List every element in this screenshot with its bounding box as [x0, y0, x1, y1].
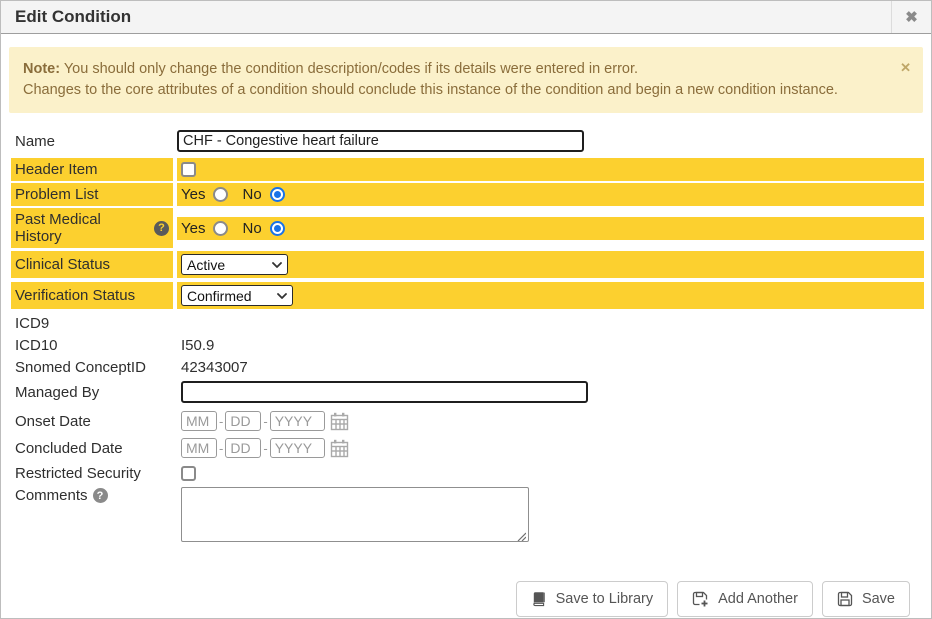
- problem-list-row: Problem List Yes No: [11, 183, 924, 206]
- past-medical-history-row: Past Medical History ? Yes No: [11, 208, 924, 248]
- add-another-label: Add Another: [718, 591, 798, 607]
- add-another-button[interactable]: Add Another: [677, 581, 813, 617]
- help-icon[interactable]: ?: [154, 221, 169, 236]
- name-input[interactable]: [177, 130, 584, 152]
- dialog-header: Edit Condition ✖: [1, 1, 931, 34]
- verification-status-label: Verification Status: [11, 282, 173, 309]
- pmh-yes-radio[interactable]: [213, 221, 228, 236]
- name-label: Name: [11, 133, 173, 150]
- header-item-label: Header Item: [11, 158, 173, 181]
- comments-row: Comments ?: [11, 485, 924, 549]
- concluded-date-label: Concluded Date: [11, 438, 173, 459]
- icd9-value: [177, 313, 924, 334]
- managed-by-label: Managed By: [11, 382, 173, 403]
- clinical-status-label: Clinical Status: [11, 251, 173, 278]
- snomed-label: Snomed ConceptID: [11, 357, 173, 378]
- save-plus-icon: [692, 591, 709, 608]
- date-separator: -: [263, 441, 267, 456]
- onset-date-row: Onset Date - -: [11, 409, 924, 433]
- dialog-title: Edit Condition: [15, 7, 891, 27]
- note-line2: Changes to the core attributes of a cond…: [23, 80, 893, 101]
- date-separator: -: [219, 414, 223, 429]
- managed-by-row: Managed By: [11, 379, 924, 405]
- edit-condition-dialog: Edit Condition ✖ Note: You should only c…: [0, 0, 932, 619]
- concluded-date-row: Concluded Date - -: [11, 436, 924, 460]
- pmh-no-label: No: [242, 220, 261, 237]
- name-row: Name: [11, 130, 924, 152]
- problem-list-yes-radio[interactable]: [213, 187, 228, 202]
- icd10-value: I50.9: [177, 335, 924, 356]
- verification-status-select[interactable]: Confirmed: [181, 285, 293, 306]
- concluded-mm-input[interactable]: [181, 438, 217, 458]
- save-button[interactable]: Save: [822, 581, 910, 617]
- problem-list-label: Problem List: [11, 183, 173, 206]
- save-to-library-label: Save to Library: [556, 591, 654, 607]
- header-item-checkbox[interactable]: [181, 162, 196, 177]
- save-label: Save: [862, 591, 895, 607]
- save-to-library-button[interactable]: Save to Library: [516, 581, 669, 617]
- edit-condition-form: Name Header Item Problem List Yes No Pas…: [11, 130, 924, 617]
- problem-list-yes-label: Yes: [181, 186, 205, 203]
- close-icon[interactable]: ✖: [891, 1, 931, 33]
- managed-by-input[interactable]: [181, 381, 588, 403]
- help-icon[interactable]: ?: [93, 488, 108, 503]
- onset-mm-input[interactable]: [181, 411, 217, 431]
- icd10-row: ICD10 I50.9: [11, 335, 924, 356]
- date-separator: -: [219, 441, 223, 456]
- book-icon: [531, 591, 547, 607]
- clinical-status-row: Clinical Status Active: [11, 251, 924, 278]
- pmh-yes-label: Yes: [181, 220, 205, 237]
- comments-label: Comments: [15, 487, 88, 504]
- date-separator: -: [263, 414, 267, 429]
- onset-date-label: Onset Date: [11, 411, 173, 432]
- calendar-icon[interactable]: [330, 412, 349, 431]
- calendar-icon[interactable]: [330, 439, 349, 458]
- restricted-security-label: Restricted Security: [11, 463, 173, 484]
- snomed-value: 42343007: [177, 357, 924, 378]
- save-icon: [837, 591, 853, 607]
- pmh-no-radio[interactable]: [270, 221, 285, 236]
- comments-textarea[interactable]: [181, 487, 529, 542]
- note-line1-text: You should only change the condition des…: [64, 61, 638, 77]
- restricted-security-checkbox[interactable]: [181, 466, 196, 481]
- verification-status-row: Verification Status Confirmed: [11, 282, 924, 309]
- note-prefix: Note:: [23, 61, 60, 77]
- problem-list-no-label: No: [242, 186, 261, 203]
- icd10-label: ICD10: [11, 335, 173, 356]
- past-medical-history-label: Past Medical History: [15, 211, 149, 245]
- icd9-row: ICD9: [11, 313, 924, 334]
- onset-dd-input[interactable]: [225, 411, 261, 431]
- onset-yyyy-input[interactable]: [270, 411, 325, 431]
- problem-list-no-radio[interactable]: [270, 187, 285, 202]
- clinical-status-select[interactable]: Active: [181, 254, 288, 275]
- note-dismiss-icon[interactable]: ✕: [900, 57, 911, 78]
- concluded-yyyy-input[interactable]: [270, 438, 325, 458]
- restricted-security-row: Restricted Security: [11, 463, 924, 484]
- note-banner: Note: You should only change the conditi…: [9, 47, 923, 113]
- snomed-row: Snomed ConceptID 42343007: [11, 357, 924, 378]
- header-item-row: Header Item: [11, 158, 924, 181]
- concluded-dd-input[interactable]: [225, 438, 261, 458]
- dialog-footer: Save to Library Add Another Save: [11, 581, 910, 617]
- note-line1: Note: You should only change the conditi…: [23, 59, 893, 80]
- icd9-label: ICD9: [11, 313, 173, 334]
